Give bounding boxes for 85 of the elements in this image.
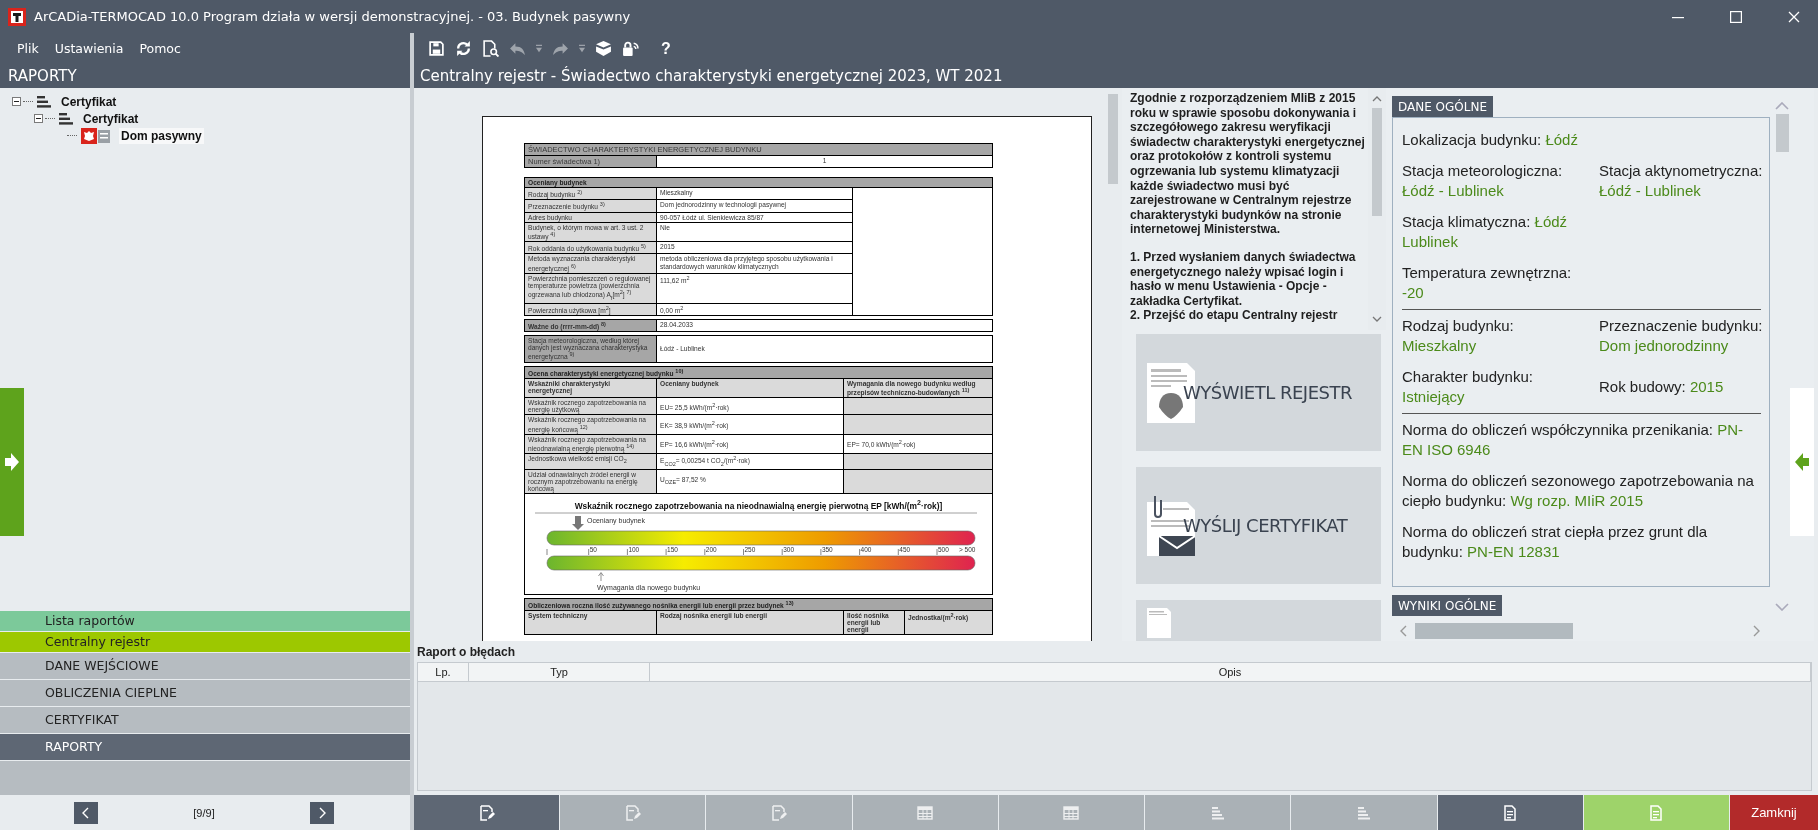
stacked-lines-icon — [59, 112, 73, 125]
field-text: Stacja aktynometryczna: Łódź - Lublinek — [1599, 161, 1764, 201]
collapse-icon[interactable] — [34, 114, 43, 123]
field-text: Norma do obliczeń strat ciepła przez grunt dla budynku: PN-EN 12831 — [1402, 522, 1709, 562]
arrow-right-icon — [5, 453, 19, 471]
field-text: Stacja klimatyczna: Łódź Lublinek — [1402, 212, 1569, 252]
scroll-left-icon[interactable] — [1400, 625, 1407, 637]
menu-item[interactable]: Plik — [17, 41, 39, 56]
collapse-icon[interactable] — [12, 97, 21, 106]
field-text: Lokalizacja budynku: Łódź — [1402, 130, 1579, 150]
stage-item[interactable]: OBLICZENIA CIEPLNE — [0, 680, 410, 707]
next-button[interactable] — [310, 801, 334, 824]
close-icon[interactable] — [1788, 10, 1800, 23]
page-indicator: [9/9] — [193, 806, 215, 819]
side-panel-tab[interactable] — [1790, 388, 1814, 536]
section-title: Raport o błędach — [417, 645, 516, 661]
window-title: ArCADia-TERMOCAD 10.0 Program działa w wersji demonstracyjnej. - 03. Budynek pasywny — [34, 9, 631, 24]
info-paragraph: Zgodnie z rozporządzeniem MIiB z 2015 roku w sprawie sposobu dokonywania i szczegółowego zakresu weryfikacji świadectw charakterystyki energetycznej oraz protokołów z kontroli systemu ogrzewania lub systemu klimatyzacji każde świadectwo musi być zarejestrowane w Centralnym rejestrze charakterystyki budynków na stronie internetowej Ministerstwa. — [1130, 91, 1366, 237]
column-header[interactable]: Lp. — [418, 663, 469, 681]
lock-signal-icon[interactable] — [622, 40, 639, 57]
scroll-thumb[interactable] — [1775, 114, 1789, 152]
document-icon — [1648, 804, 1665, 821]
document-icon — [1147, 608, 1171, 638]
column-header[interactable]: Typ — [469, 663, 650, 681]
scroll-down-icon[interactable] — [1775, 603, 1789, 611]
action-button[interactable]: WYŚWIETL REJESTR — [1136, 334, 1381, 451]
panel-title: RAPORTY — [8, 67, 77, 85]
previous-button[interactable] — [74, 801, 98, 824]
column-header[interactable]: Opis — [650, 663, 1811, 681]
stage-item[interactable]: CERTYFIKAT — [0, 707, 410, 734]
box-stack-icon[interactable] — [595, 40, 612, 57]
stage-item[interactable]: DANE WEJŚCIOWE — [0, 653, 410, 680]
scroll-up-icon[interactable] — [1372, 96, 1382, 102]
help-button[interactable]: ? — [661, 39, 671, 58]
maximize-icon[interactable] — [1730, 10, 1742, 23]
field-text: Norma do obliczeń współczynnika przenikania: PN-EN ISO 6946 — [1402, 420, 1744, 460]
document-pencil-icon — [771, 804, 788, 821]
field-text: Rok budowy: 2015 — [1599, 377, 1725, 397]
report-item[interactable]: Lista raportów — [0, 611, 410, 632]
menu-item[interactable]: Pomoc — [139, 41, 181, 56]
stage-item[interactable]: RAPORTY — [0, 734, 410, 761]
field-text: Rodzaj budynku: Mieszkalny — [1402, 316, 1515, 356]
scroll-thumb[interactable] — [1108, 94, 1118, 184]
refresh-icon[interactable] — [455, 40, 472, 57]
panel-title: Centralny rejestr - Świadectwo charakterystyki energetycznej 2023, WT 2021 — [420, 67, 1003, 85]
field-text: Temperatura zewnętrzna: -20 — [1402, 263, 1573, 303]
arrow-marker — [572, 515, 584, 530]
scroll-down-icon[interactable] — [1372, 316, 1382, 322]
document-pencil-icon — [624, 804, 641, 821]
emblem-document-icon — [81, 127, 111, 144]
field-text: Przeznaczenie budynku: Dom jednorodzinny — [1599, 316, 1764, 356]
toolbar-button[interactable] — [414, 795, 560, 830]
toolbar-button[interactable] — [1437, 795, 1583, 830]
app-logo-icon — [8, 7, 26, 26]
report-item[interactable]: Centralny rejestr — [0, 632, 410, 653]
document-icon — [1502, 804, 1519, 821]
section-tab[interactable]: WYNIKI OGÓLNE — [1392, 595, 1503, 616]
field-text: Stacja meteorologiczna: Łódź - Lublinek — [1402, 161, 1564, 201]
field-text: Norma do obliczeń sezonowego zapotrzebowania na ciepło budynku: Wg rozp. MIiR 2015 — [1402, 471, 1755, 511]
stacked-lines-icon — [1209, 804, 1226, 821]
table-icon — [1063, 804, 1080, 821]
stacked-lines-icon — [1355, 804, 1372, 821]
scroll-thumb[interactable] — [1415, 623, 1573, 639]
field-text: Charakter budynku: Istniejący — [1402, 367, 1534, 407]
scroll-right-icon[interactable] — [1753, 625, 1760, 637]
scroll-thumb[interactable] — [1372, 108, 1382, 216]
side-panel-tab[interactable] — [0, 388, 24, 536]
chart-title: Wskaźnik rocznego zapotrzebowania na nieodnawialną energię pierwotną EP [kWh/(m$^{2}$·rok)] — [573, 498, 944, 511]
stacked-lines-icon — [37, 95, 51, 108]
table-icon — [917, 804, 934, 821]
arrow-marker — [598, 571, 604, 582]
scroll-up-icon[interactable] — [1775, 102, 1789, 110]
tree-item[interactable]: Dom pasywny — [119, 127, 204, 144]
document-search-icon[interactable] — [482, 40, 499, 57]
close-button[interactable]: Zamknij — [1729, 795, 1818, 830]
info-paragraph: 2. Przejść do etapu Centralny rejestr — [1130, 308, 1339, 323]
save-icon[interactable] — [428, 40, 445, 57]
document-pencil-icon — [478, 804, 495, 821]
tree-item[interactable]: Certyfikat — [59, 93, 119, 110]
section-tab[interactable]: DANE OGÓLNE — [1392, 96, 1494, 117]
menu-item[interactable]: Ustawienia — [54, 41, 124, 56]
info-paragraph: 1. Przed wysłaniem danych świadectwa energetycznego należy wpisać login i hasło w menu Ustawienia - Opcje - zakładka Certyfikat. — [1130, 249, 1357, 309]
tree-item[interactable]: Certyfikat — [81, 110, 141, 127]
arrow-left-icon — [1795, 453, 1809, 471]
action-button[interactable]: WYŚLIJ CERTYFIKAT — [1136, 467, 1381, 584]
